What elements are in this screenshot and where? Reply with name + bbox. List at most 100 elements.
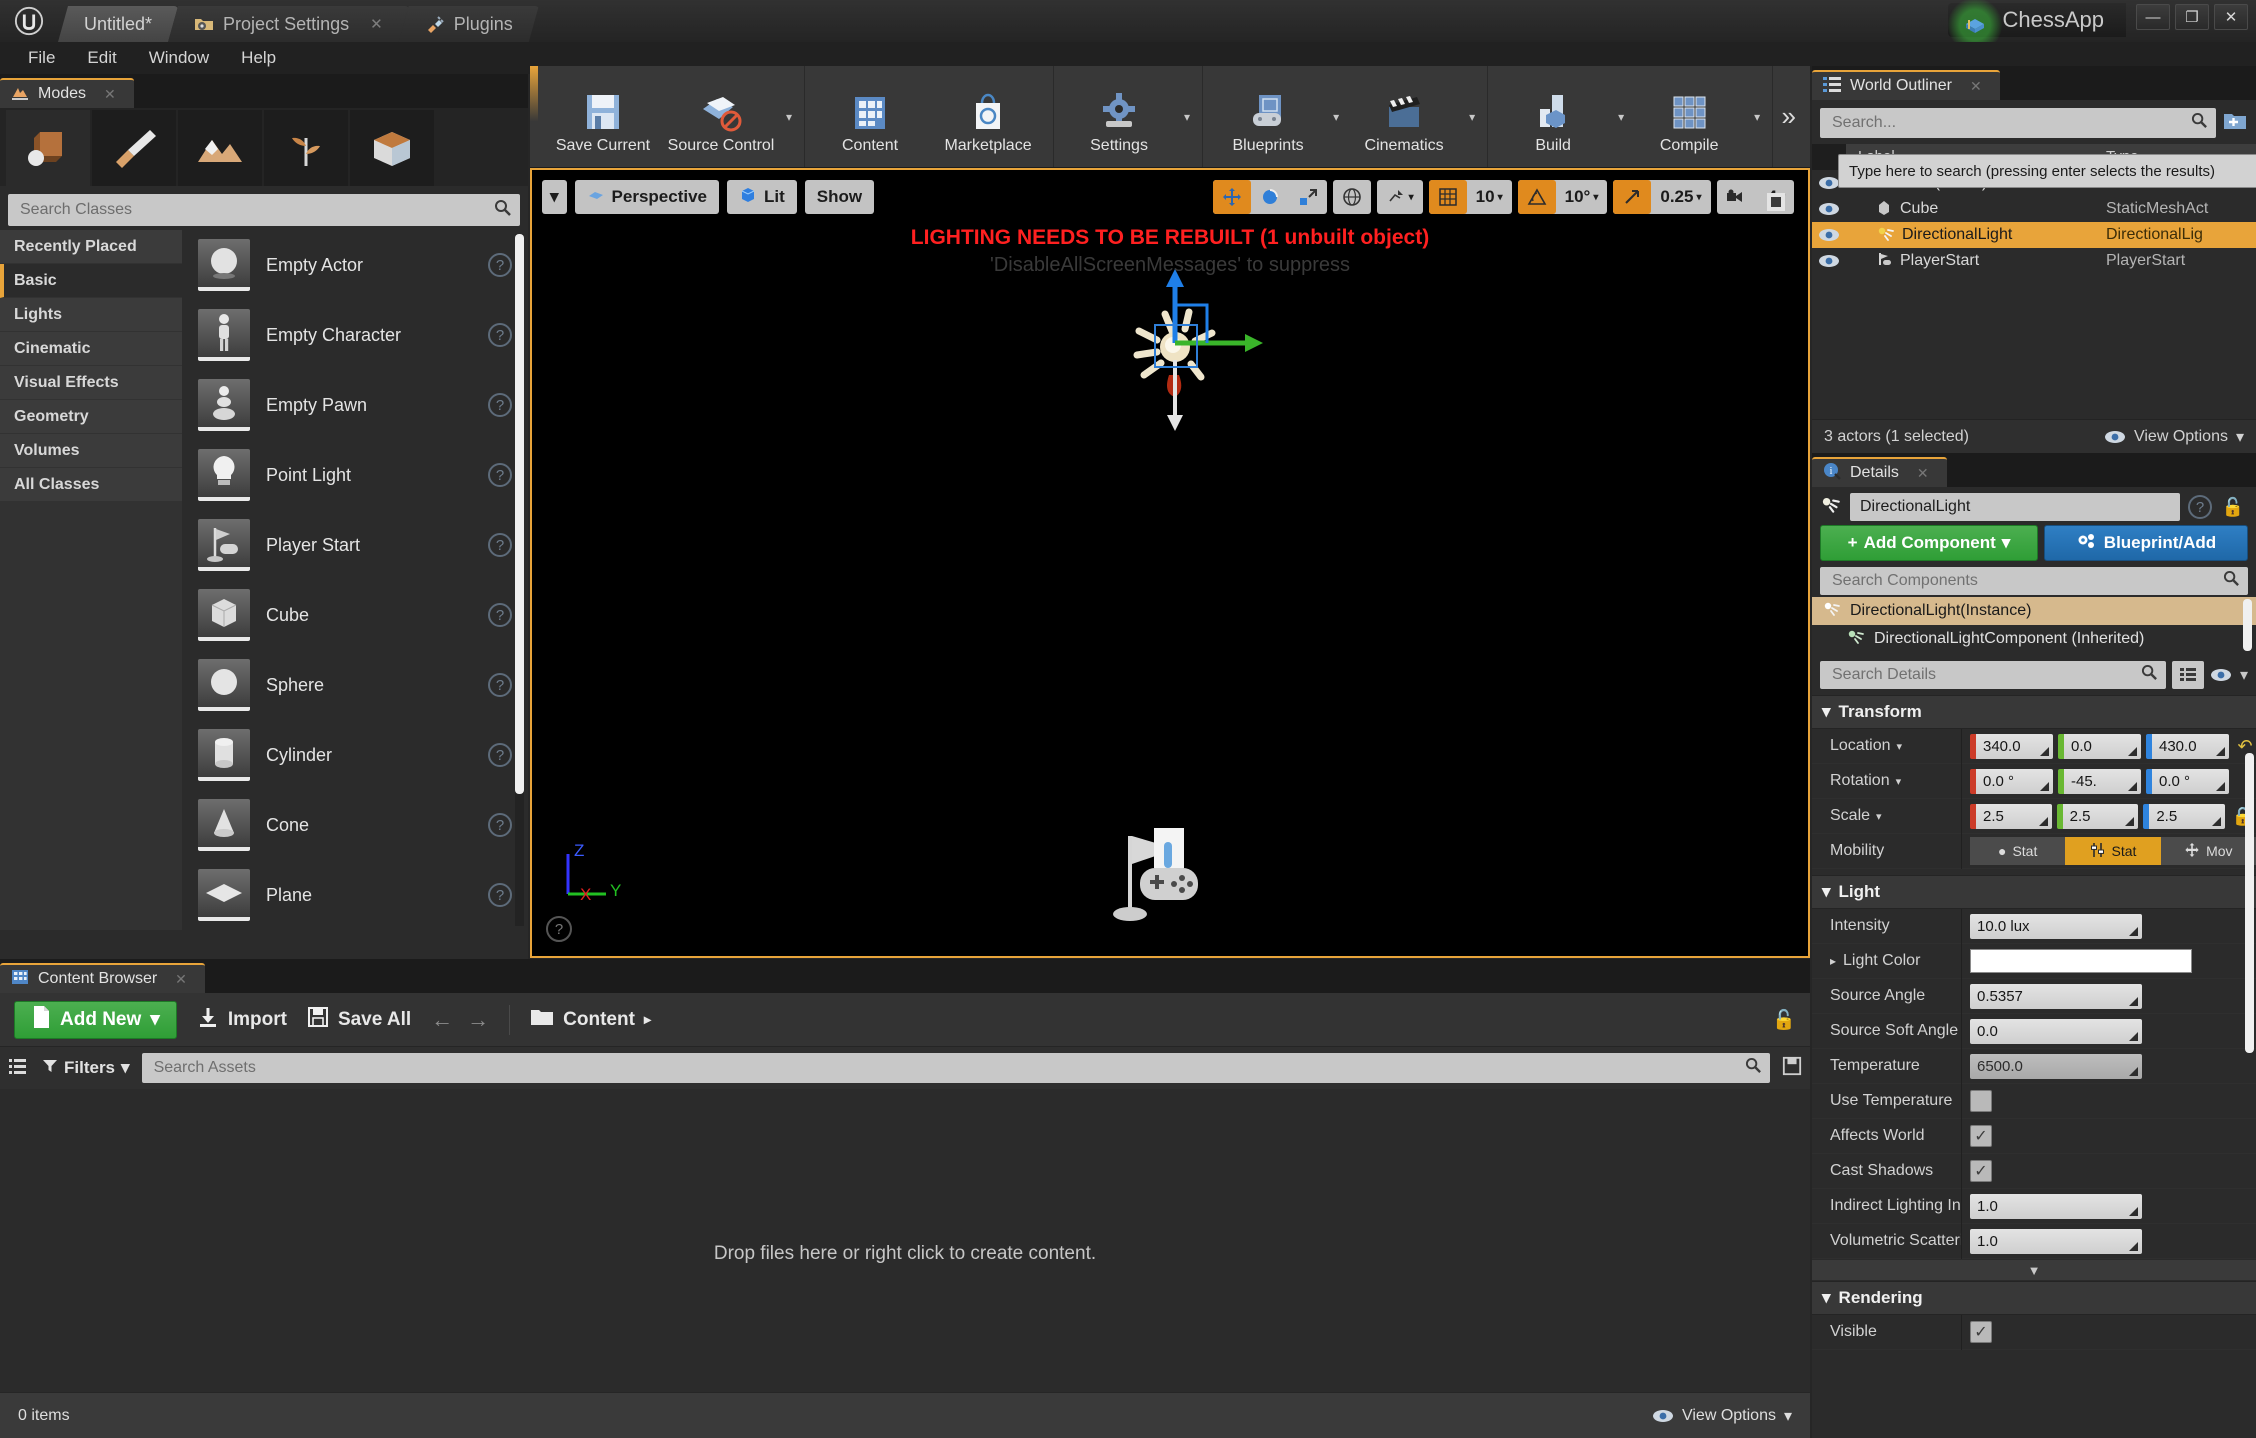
restore-button[interactable]: ❐	[2175, 4, 2209, 30]
source-soft-angle-input[interactable]: 0.0	[1970, 1018, 2142, 1044]
list-item[interactable]: Cylinder ?	[182, 720, 528, 790]
mobility-static-button[interactable]: ● Stat	[1970, 837, 2066, 865]
section-header-transform[interactable]: ▾ Transform	[1812, 695, 2256, 729]
chevron-down-icon[interactable]: ▾	[1327, 66, 1345, 167]
details-view-options-button[interactable]: ▾	[2210, 665, 2248, 685]
asset-drop-area[interactable]: Drop files here or right click to create…	[0, 1089, 1810, 1419]
lock-icon[interactable]: 🔓	[2220, 497, 2246, 518]
coordinate-system-button[interactable]	[1332, 180, 1371, 214]
component-row-directional-light-instance[interactable]: DirectionalLight(Instance)	[1812, 597, 2256, 625]
tab-content-browser[interactable]: Content Browser ✕	[0, 963, 205, 993]
volumetric-scattering-intensity-input[interactable]: 1.0	[1970, 1228, 2142, 1254]
placement-scrollbar[interactable]	[515, 234, 524, 794]
list-item[interactable]: Cube ?	[182, 580, 528, 650]
list-item[interactable]: Empty Pawn ?	[182, 370, 528, 440]
close-window-button[interactable]: ✕	[2214, 4, 2248, 30]
temperature-input[interactable]: 6500.0	[1970, 1053, 2142, 1079]
scale-y-input[interactable]: 2.5	[2056, 803, 2139, 829]
light-color-swatch[interactable]	[1970, 949, 2192, 973]
category-cinematic[interactable]: Cinematic	[0, 332, 182, 366]
lock-content-browser-icon[interactable]: 🔓	[1772, 1008, 1796, 1032]
source-control-button[interactable]: Source Control	[662, 66, 780, 167]
scale-z-input[interactable]: 2.5	[2143, 803, 2226, 829]
drag-grip-icon[interactable]	[2129, 996, 2138, 1006]
build-button[interactable]: Build	[1494, 66, 1612, 167]
tab-project-settings[interactable]: Project Settings ✕	[168, 6, 409, 42]
camera-speed-icon[interactable]	[1717, 180, 1759, 214]
geometry-edit-mode-icon[interactable]	[350, 110, 434, 186]
drag-grip-icon[interactable]	[2128, 746, 2137, 756]
close-icon[interactable]: ✕	[104, 86, 116, 103]
search-assets-input[interactable]: Search Assets	[141, 1053, 1770, 1083]
help-icon[interactable]: ?	[488, 743, 512, 767]
level-viewport[interactable]: ▾ Perspective Lit Show ▾ 10 ▾ 10° ▾ 0.25…	[530, 168, 1810, 958]
search-components-input[interactable]: Search Components	[1820, 567, 2248, 595]
location-y-input[interactable]: 0.0	[2058, 733, 2141, 759]
drag-grip-icon[interactable]	[2040, 781, 2049, 791]
search-details-input[interactable]: Search Details	[1820, 661, 2166, 689]
chevron-down-icon[interactable]: ▾	[1748, 66, 1766, 167]
cast-shadows-checkbox[interactable]: ✓	[1970, 1160, 1992, 1182]
blueprint-add-script-button[interactable]: Blueprint/Add	[2044, 525, 2248, 561]
add-new-button[interactable]: Add New ▾	[14, 1000, 177, 1039]
drag-grip-icon[interactable]	[2212, 816, 2222, 826]
location-z-input[interactable]: 430.0	[2146, 733, 2229, 759]
visible-checkbox[interactable]: ✓	[1970, 1321, 1992, 1343]
source-angle-input[interactable]: 0.5357	[1970, 983, 2142, 1009]
settings-button[interactable]: Settings	[1060, 66, 1178, 167]
menu-file[interactable]: File	[14, 44, 69, 72]
table-row[interactable]: Cube StaticMeshAct	[1812, 196, 2256, 222]
tab-untitled-level[interactable]: Untitled*	[58, 6, 178, 42]
directional-light-actor-gizmo[interactable]	[1117, 265, 1347, 465]
use-temperature-checkbox[interactable]	[1970, 1090, 1992, 1112]
category-volumes[interactable]: Volumes	[0, 434, 182, 468]
help-icon[interactable]: ?	[488, 323, 512, 347]
location-x-input[interactable]: 340.0	[1970, 733, 2053, 759]
chevron-down-icon[interactable]: ▾	[1896, 775, 1902, 788]
drag-grip-icon[interactable]	[2040, 746, 2049, 756]
viewport-options-button[interactable]: ▾	[542, 180, 567, 214]
rotation-z-input[interactable]: 0.0 °	[2146, 768, 2229, 794]
back-arrow-icon[interactable]: ←	[431, 1007, 453, 1033]
drag-grip-icon[interactable]	[2129, 1031, 2138, 1041]
save-current-button[interactable]: Save Current	[544, 66, 662, 167]
show-advanced-toggle[interactable]: ▼	[1812, 1259, 2256, 1281]
tab-modes[interactable]: Modes ✕	[0, 78, 134, 108]
camera-mode-button[interactable]: Perspective	[574, 180, 719, 214]
mobility-stationary-button[interactable]: Stat	[2065, 837, 2161, 865]
category-visual-effects[interactable]: Visual Effects	[0, 366, 182, 400]
menu-help[interactable]: Help	[227, 44, 290, 72]
scale-snap-value[interactable]: 0.25 ▾	[1651, 180, 1710, 214]
show-menu-button[interactable]: Show	[804, 180, 875, 214]
outliner-search-input[interactable]: Search...	[1820, 108, 2216, 138]
grid-snap-value[interactable]: 10 ▾	[1467, 180, 1512, 214]
close-icon[interactable]: ✕	[1917, 465, 1929, 482]
eye-icon[interactable]	[1812, 202, 1846, 216]
drag-grip-icon[interactable]	[2128, 781, 2137, 791]
maximize-viewport-button[interactable]	[1764, 190, 1788, 219]
actor-name-input[interactable]: DirectionalLight	[1850, 493, 2180, 521]
player-start-actor[interactable]	[1102, 820, 1232, 930]
help-icon[interactable]: ?	[488, 253, 512, 277]
minimize-button[interactable]: —	[2136, 4, 2170, 30]
help-icon[interactable]: ?	[488, 603, 512, 627]
chevron-down-icon[interactable]: ▾	[1876, 810, 1882, 823]
forward-arrow-icon[interactable]: →	[467, 1007, 489, 1033]
components-scrollbar[interactable]	[2243, 599, 2252, 651]
surface-snap-button[interactable]: ▾	[1376, 180, 1423, 214]
landscape-mode-icon[interactable]	[178, 110, 262, 186]
save-search-icon[interactable]	[1782, 1056, 1802, 1081]
rotation-snap-value[interactable]: 10° ▾	[1556, 180, 1608, 214]
content-browser-view-options-button[interactable]: View Options ▾	[1652, 1406, 1792, 1426]
rotation-y-input[interactable]: -45.	[2058, 768, 2141, 794]
scale-x-input[interactable]: 2.5	[1970, 803, 2052, 829]
content-button[interactable]: Content	[811, 66, 929, 167]
blueprints-button[interactable]: Blueprints	[1209, 66, 1327, 167]
drag-grip-icon[interactable]	[2129, 1241, 2138, 1251]
list-item[interactable]: Point Light ?	[182, 440, 528, 510]
sources-panel-toggle-icon[interactable]	[8, 1056, 30, 1081]
category-geometry[interactable]: Geometry	[0, 400, 182, 434]
rotate-mode-button[interactable]	[1251, 180, 1289, 214]
drag-grip-icon[interactable]	[2129, 1206, 2138, 1216]
eye-icon[interactable]	[1812, 228, 1846, 242]
